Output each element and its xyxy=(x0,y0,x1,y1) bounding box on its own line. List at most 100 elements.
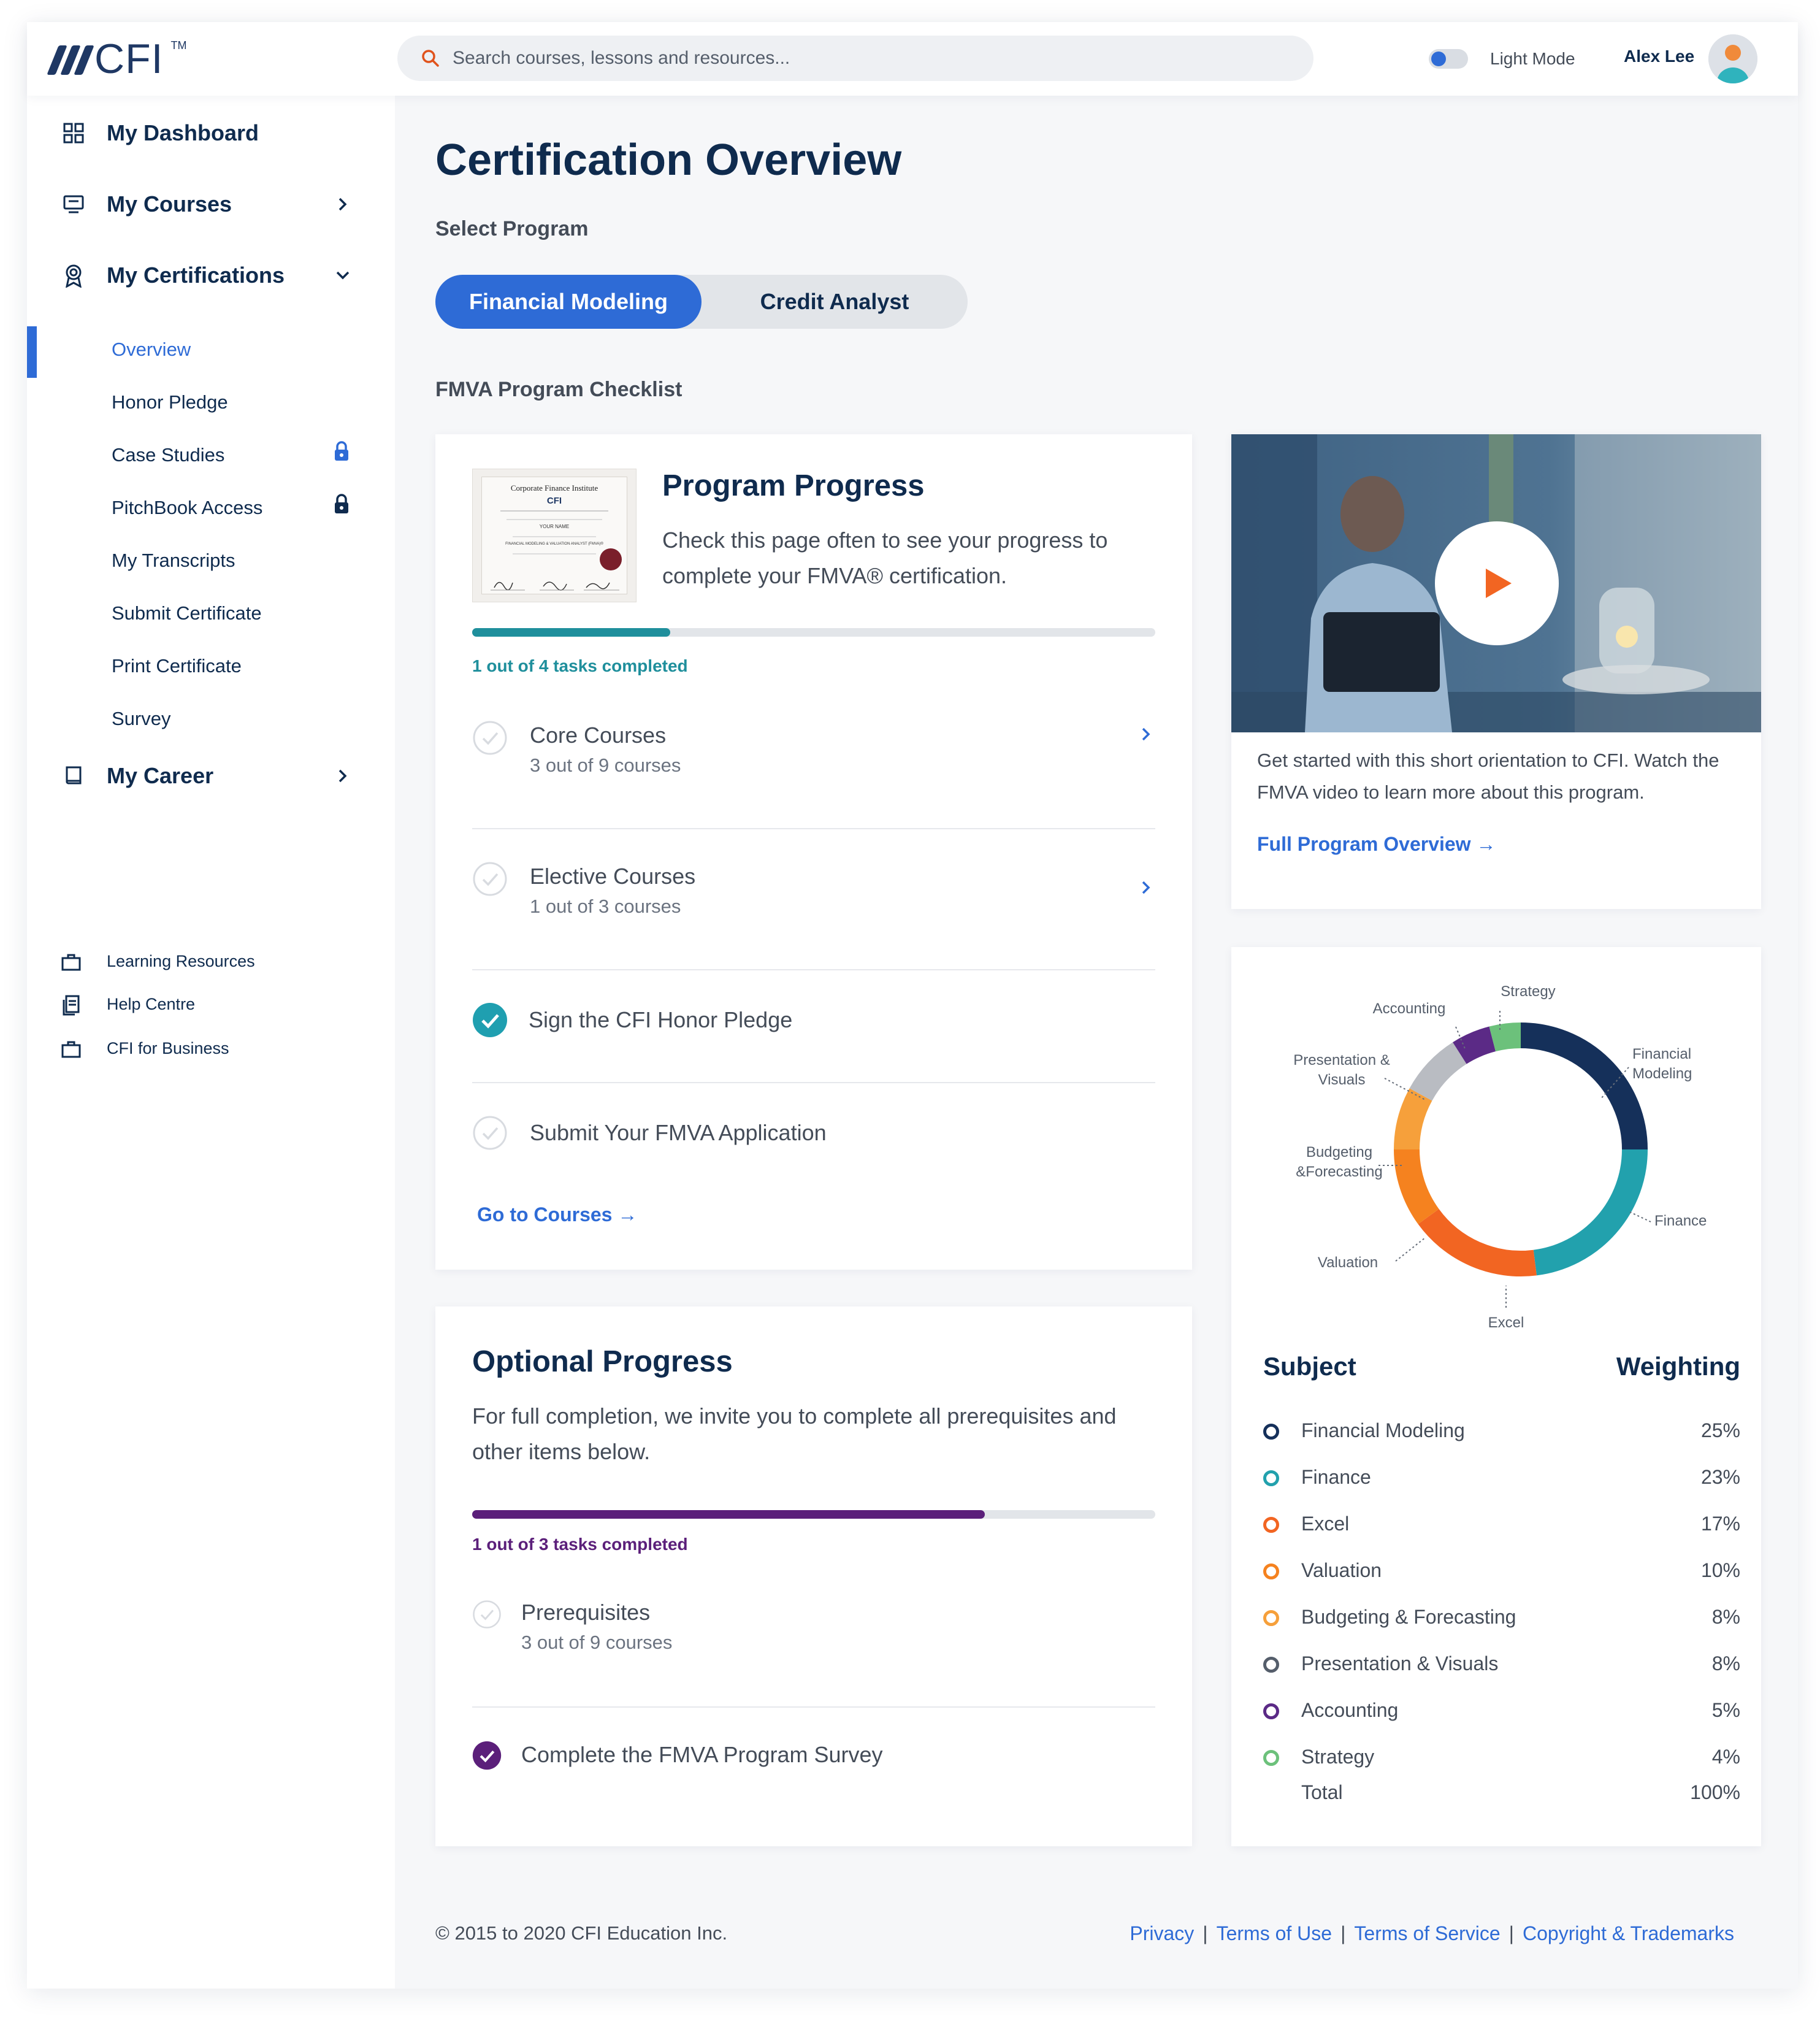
donut-slice xyxy=(1533,1149,1648,1276)
donut-slice-label: Valuation xyxy=(1318,1254,1378,1271)
legend-subject: Accounting xyxy=(1301,1699,1399,1721)
task-program-survey[interactable]: Complete the FMVA Program Survey xyxy=(472,1741,1155,1778)
legend-total-row: Total 100% xyxy=(1263,1781,1740,1806)
task-subtitle: 1 out of 3 courses xyxy=(530,896,681,917)
task-title: Elective Courses xyxy=(530,864,696,889)
donut-slice xyxy=(1489,1022,1521,1052)
legend-dot-icon xyxy=(1263,1703,1279,1719)
sidebar-item-print-certificate[interactable]: Print Certificate xyxy=(112,655,242,677)
chevron-right-icon xyxy=(1142,881,1150,894)
task-submit-application[interactable]: Submit Your FMVA Application xyxy=(472,1115,1155,1158)
chevron-right-icon xyxy=(338,769,347,783)
legend-row: Strategy 4% xyxy=(1263,1746,1740,1770)
legend-subject: Valuation xyxy=(1301,1559,1382,1581)
legend-subject: Strategy xyxy=(1301,1746,1375,1768)
subject-header: Subject xyxy=(1263,1352,1356,1381)
sidebar-item-survey[interactable]: Survey xyxy=(112,708,170,730)
footer-link-terms-of-service[interactable]: Terms of Service xyxy=(1354,1922,1500,1945)
logo-text: CFI xyxy=(94,36,164,82)
legend-dot-icon xyxy=(1263,1470,1279,1486)
legend-weight: 25% xyxy=(1700,1419,1740,1441)
legend-dot-icon xyxy=(1263,1424,1279,1440)
progress-bar-fill xyxy=(472,628,671,637)
sidebar-item-overview[interactable]: Overview xyxy=(112,339,191,361)
task-elective-courses[interactable]: Elective Courses 1 out of 3 courses xyxy=(472,861,1155,935)
certificate-line-2: CFI xyxy=(546,496,562,506)
sidebar-item-my-transcripts[interactable]: My Transcripts xyxy=(112,550,235,572)
footer-link-terms-of-use[interactable]: Terms of Use xyxy=(1217,1922,1332,1945)
legend-dot-icon xyxy=(1263,1750,1279,1766)
nav-my-career[interactable]: My Career xyxy=(27,762,395,790)
award-ribbon-icon xyxy=(61,263,86,288)
footer-link-copyright[interactable]: Copyright & Trademarks xyxy=(1523,1922,1734,1945)
donut-slice-label: Strategy xyxy=(1501,983,1555,1000)
page-title: Certification Overview xyxy=(435,136,902,185)
nav-label: My Dashboard xyxy=(107,120,259,145)
divider xyxy=(472,1706,1155,1708)
play-button[interactable] xyxy=(1435,521,1559,645)
orientation-video[interactable] xyxy=(1231,434,1761,732)
task-prerequisites[interactable]: Prerequisites 3 out of 9 courses xyxy=(472,1600,1155,1673)
certificate-thumbnail: Corporate Finance Institute CFI YOUR NAM… xyxy=(472,469,637,602)
program-progress-bar xyxy=(472,628,1155,637)
donut-slice-label: Budgeting &Forecasting xyxy=(1296,1144,1382,1180)
link-label: Learning Resources xyxy=(107,952,255,970)
search-bar[interactable]: Search courses, lessons and resources... xyxy=(397,36,1313,81)
nav-my-certifications[interactable]: My Certifications xyxy=(27,261,395,290)
lock-icon xyxy=(335,441,348,461)
nav-my-courses[interactable]: My Courses xyxy=(27,190,395,218)
divider xyxy=(472,969,1155,970)
task-core-courses[interactable]: Core Courses 3 out of 9 courses xyxy=(472,720,1155,794)
search-icon xyxy=(422,50,439,67)
task-honor-pledge[interactable]: Sign the CFI Honor Pledge xyxy=(472,1002,1155,1045)
donut-slice-label: Accounting xyxy=(1373,1000,1446,1017)
check-circle-outline-icon xyxy=(473,862,507,896)
active-indicator xyxy=(27,326,37,378)
link-help-centre[interactable]: Help Centre xyxy=(61,995,195,1016)
sidebar-item-pitchbook-access[interactable]: PitchBook Access xyxy=(112,497,262,519)
book-icon xyxy=(61,764,86,788)
footer-link-privacy[interactable]: Privacy xyxy=(1130,1922,1194,1945)
user-name[interactable]: Alex Lee xyxy=(1624,47,1694,66)
go-to-courses-link[interactable]: Go to Courses → xyxy=(477,1203,637,1226)
search-input[interactable]: Search courses, lessons and resources... xyxy=(453,48,790,69)
legend-weight: 4% xyxy=(1711,1746,1740,1768)
legend-row: Accounting 5% xyxy=(1263,1699,1740,1724)
avatar[interactable] xyxy=(1708,34,1757,83)
lock-icon xyxy=(335,494,348,513)
legend-weight: 17% xyxy=(1700,1513,1740,1535)
sidebar: My Dashboard My Courses My Certification… xyxy=(27,96,395,1989)
tab-credit-analyst[interactable]: Credit Analyst xyxy=(702,275,968,329)
copyright: © 2015 to 2020 CFI Education Inc. xyxy=(435,1922,728,1944)
sidebar-item-submit-certificate[interactable]: Submit Certificate xyxy=(112,602,262,624)
sidebar-item-case-studies[interactable]: Case Studies xyxy=(112,444,224,466)
logo-trademark: TM xyxy=(170,39,187,52)
legend-row: Budgeting & Forecasting 8% xyxy=(1263,1606,1740,1630)
nav-label: My Career xyxy=(107,763,214,788)
logo-mark-icon xyxy=(47,45,94,75)
link-cfi-for-business[interactable]: CFI for Business xyxy=(61,1039,229,1059)
tab-financial-modeling[interactable]: Financial Modeling xyxy=(435,275,702,329)
task-title: Core Courses xyxy=(530,723,667,748)
nav-my-dashboard[interactable]: My Dashboard xyxy=(27,119,395,147)
optional-progress-card: Optional Progress For full completion, w… xyxy=(435,1306,1192,1846)
donut-slice xyxy=(1394,1088,1432,1150)
check-circle-filled-icon xyxy=(472,1741,502,1770)
monitor-icon xyxy=(61,192,86,217)
certificate-line-3: YOUR NAME xyxy=(539,524,570,529)
cfi-logo[interactable]: CFI TM xyxy=(47,36,187,82)
light-mode-toggle[interactable] xyxy=(1429,49,1468,69)
link-label: CFI for Business xyxy=(107,1039,229,1057)
chevron-down-icon xyxy=(336,271,350,280)
chevron-right-icon xyxy=(1142,727,1150,741)
link-learning-resources[interactable]: Learning Resources xyxy=(61,952,255,972)
donut-slice xyxy=(1520,1022,1648,1150)
full-program-overview-link[interactable]: Full Program Overview → xyxy=(1257,833,1496,856)
task-title: Sign the CFI Honor Pledge xyxy=(529,1007,793,1032)
legend-subject: Excel xyxy=(1301,1513,1350,1535)
program-progress-label: 1 out of 4 tasks completed xyxy=(472,656,688,675)
program-progress-card: Corporate Finance Institute CFI YOUR NAM… xyxy=(435,434,1192,1270)
dashboard-grid-icon xyxy=(61,121,86,145)
sidebar-item-honor-pledge[interactable]: Honor Pledge xyxy=(112,391,228,413)
certificate-line-1: Corporate Finance Institute xyxy=(510,483,598,493)
